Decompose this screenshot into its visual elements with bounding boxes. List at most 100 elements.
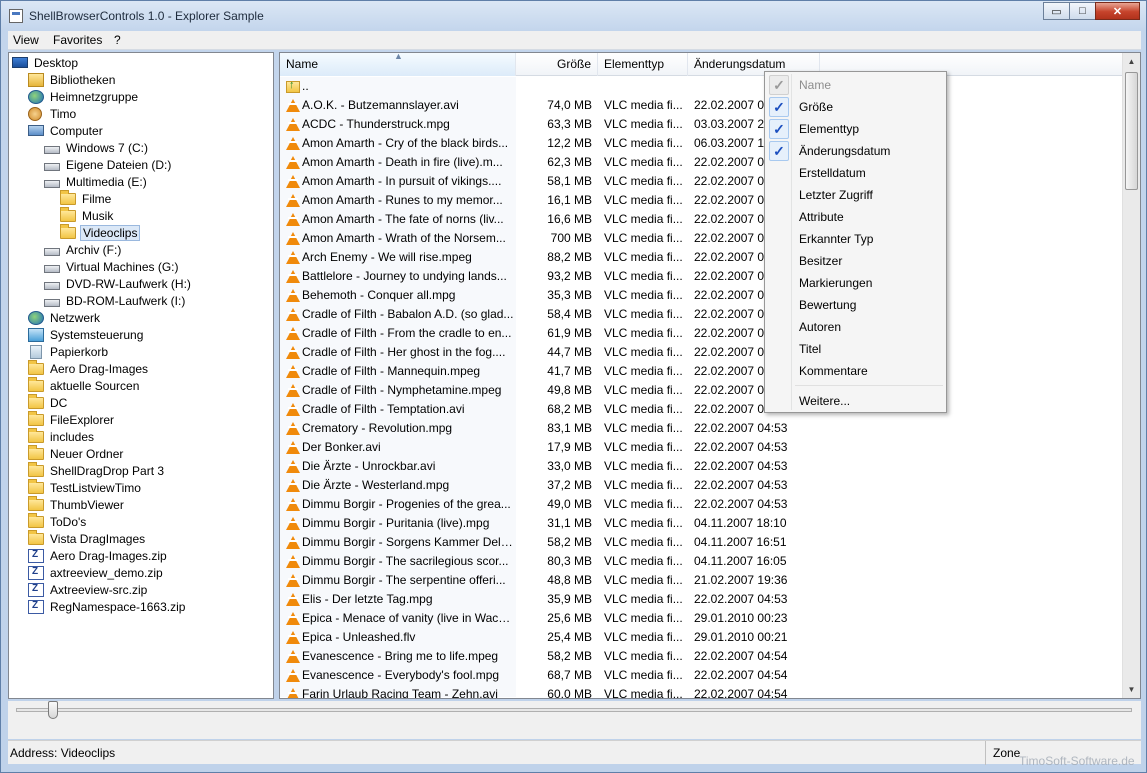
file-row[interactable]: Cradle of Filth - Temptation.avi 68,2 MB V… [280,400,1122,419]
menu-item-12[interactable]: Titel [767,338,944,360]
tree-node[interactable]: Papierkorb [28,343,110,360]
menu-item-7[interactable]: Erkannter Typ [767,228,944,250]
tree-node[interactable]: Aero Drag-Images [28,359,150,377]
tree-node[interactable]: Archiv (F:) [44,241,123,258]
file-row[interactable]: Dimmu Borgir - The serpentine offeri... 4… [280,571,1122,590]
file-row[interactable]: Epica - Menace of vanity (live in Wack..… [280,609,1122,628]
menu-item-13[interactable]: Kommentare [767,360,944,382]
menu-item-1[interactable]: ✓ Größe [767,96,944,118]
file-row[interactable]: Cradle of Filth - Her ghost in the fog..… [280,343,1122,362]
scroll-down-arrow-icon[interactable]: ▼ [1123,681,1140,698]
vertical-scrollbar[interactable]: ▲ ▼ [1122,53,1140,698]
file-row[interactable]: .. [280,76,1122,96]
tree-node[interactable]: Multimedia (E:) [44,173,149,190]
slider-thumb[interactable] [48,701,58,719]
tree-node[interactable]: Musik [60,206,115,224]
scroll-up-arrow-icon[interactable]: ▲ [1123,53,1140,70]
file-row[interactable]: Der Bonker.avi 17,9 MB VLC media fi... 22.0… [280,438,1122,457]
file-row[interactable]: A.O.K. - Butzemannslayer.avi 74,0 MB VLC m… [280,96,1122,115]
tree-node[interactable]: Computer [28,122,105,139]
menu-item-8[interactable]: Besitzer [767,250,944,272]
file-row[interactable]: Amon Amarth - Cry of the black birds... 1… [280,134,1122,153]
file-row[interactable]: Amon Amarth - Death in fire (live).m... 6… [280,153,1122,172]
menu-help[interactable]: ? [109,33,126,47]
tree-node[interactable]: Heimnetzgruppe [28,88,140,105]
file-row[interactable]: Dimmu Borgir - Progenies of the grea... 4… [280,495,1122,514]
tree-node[interactable]: BD-ROM-Laufwerk (I:) [44,292,187,309]
column-header-type[interactable]: Elementtyp [598,53,688,76]
file-row[interactable]: Cradle of Filth - Mannequin.mpeg 41,7 MB V… [280,362,1122,381]
menu-item-2[interactable]: ✓ Elementtyp [767,118,944,140]
tree-node[interactable]: Aero Drag-Images.zip [28,547,169,564]
tree-node[interactable]: Netzwerk [28,309,102,326]
tree-node[interactable]: DVD-RW-Laufwerk (H:) [44,275,193,292]
title-bar[interactable]: ShellBrowserControls 1.0 - Explorer Samp… [1,1,1146,31]
tree-node[interactable]: TestListviewTimo [28,478,143,496]
tree-node[interactable]: Eigene Dateien (D:) [44,156,173,173]
tree-node[interactable]: DC [28,393,69,411]
file-row[interactable]: Amon Amarth - In pursuit of vikings.... 5… [280,172,1122,191]
column-header-name[interactable]: ▲ Name [280,53,516,76]
menu-item-14[interactable]: Weitere... [767,390,944,412]
tree-node[interactable]: Timo [28,105,78,122]
tree-node[interactable]: ToDo's [28,512,88,530]
file-row[interactable]: Dimmu Borgir - Puritania (live).mpg 31,1 … [280,514,1122,533]
tree-node[interactable]: FileExplorer [28,410,116,428]
file-row[interactable]: Cradle of Filth - Nymphetamine.mpeg 49,8 … [280,381,1122,400]
file-row[interactable]: Farin Urlaub Racing Team - Zehn.avi 60,0 … [280,685,1122,698]
file-row[interactable]: Amon Amarth - Runes to my memor... 16,1 M… [280,191,1122,210]
maximize-button[interactable]: □ [1069,2,1096,20]
tree-node[interactable]: Filme [60,189,113,207]
file-row[interactable]: Battlelore - Journey to undying lands...… [280,267,1122,286]
file-row[interactable]: Arch Enemy - We will rise.mpeg 88,2 MB VLC… [280,248,1122,267]
menu-item-3[interactable]: ✓ Änderungsdatum [767,140,944,162]
minimize-button[interactable]: ▭ [1043,2,1070,20]
file-row[interactable]: ACDC - Thunderstruck.mpg 63,3 MB VLC media… [280,115,1122,134]
column-header-size[interactable]: Größe [516,53,598,76]
tree-node[interactable]: Vista DragImages [28,529,147,547]
tree-node[interactable]: Windows 7 (C:) [44,139,150,156]
menu-item-11[interactable]: Autoren [767,316,944,338]
menu-item-4[interactable]: Erstelldatum [767,162,944,184]
file-row[interactable]: Amon Amarth - Wrath of the Norsem... 700 … [280,229,1122,248]
tree-node[interactable]: Desktop [12,54,80,71]
tree-node-label: Timo [50,106,77,121]
file-row[interactable]: Crematory - Revolution.mpg 83,1 MB VLC med… [280,419,1122,438]
folder-tree[interactable]: Desktop Bibliotheken Heimnetzgruppe Timo Com… [8,52,274,699]
file-row[interactable]: Cradle of Filth - From the cradle to en.… [280,324,1122,343]
tree-node[interactable]: Axtreeview-src.zip [28,581,149,598]
menu-item-9[interactable]: Markierungen [767,272,944,294]
scroll-thumb[interactable] [1125,72,1138,190]
file-row[interactable]: Evanescence - Bring me to life.mpeg 58,2 … [280,647,1122,666]
file-row[interactable]: Elis - Der letzte Tag.mpg 35,9 MB VLC medi… [280,590,1122,609]
tree-node[interactable]: aktuelle Sourcen [28,376,141,394]
tree-node[interactable]: ShellDragDrop Part 3 [28,461,166,479]
menu-view[interactable]: View [8,33,44,47]
tree-node[interactable]: includes [28,427,96,445]
file-row[interactable]: Epica - Unleashed.flv 25,4 MB VLC media fi… [280,628,1122,647]
tree-node[interactable]: Neuer Ordner [28,444,125,462]
menu-item-5[interactable]: Letzter Zugriff [767,184,944,206]
file-row[interactable]: Cradle of Filth - Babalon A.D. (so glad.… [280,305,1122,324]
close-button[interactable]: ✕ [1095,2,1140,20]
tree-node[interactable]: Systemsteuerung [28,326,145,343]
tree-node[interactable]: Videoclips [60,223,141,241]
file-row[interactable]: Amon Amarth - The fate of norns (liv... 1… [280,210,1122,229]
file-list[interactable]: ▲ Name Größe Elementtyp Änderungsdatum .… [279,52,1141,699]
file-row[interactable]: Die Ärzte - Unrockbar.avi 33,0 MB VLC medi… [280,457,1122,476]
tree-node[interactable]: ThumbViewer [28,495,126,513]
file-row[interactable]: Evanescence - Everybody's fool.mpg 68,7 M… [280,666,1122,685]
tree-node[interactable]: axtreeview_demo.zip [28,564,165,581]
tree-node[interactable]: Virtual Machines (G:) [44,258,180,275]
file-row[interactable]: Behemoth - Conquer all.mpg 35,3 MB VLC med… [280,286,1122,305]
file-row[interactable]: Dimmu Borgir - Sorgens Kammer Del ... 58,… [280,533,1122,552]
menu-item-10[interactable]: Bewertung [767,294,944,316]
file-row[interactable]: Die Ärzte - Westerland.mpg 37,2 MB VLC med… [280,476,1122,495]
file-row[interactable]: Dimmu Borgir - The sacrilegious scor... 8… [280,552,1122,571]
tree-node[interactable]: Bibliotheken [28,71,117,88]
slider-track[interactable] [16,708,1132,712]
menu-item-6[interactable]: Attribute [767,206,944,228]
app-icon[interactable] [9,9,23,23]
tree-node[interactable]: RegNamespace-1663.zip [28,598,187,615]
menu-favorites[interactable]: Favorites [48,33,107,47]
